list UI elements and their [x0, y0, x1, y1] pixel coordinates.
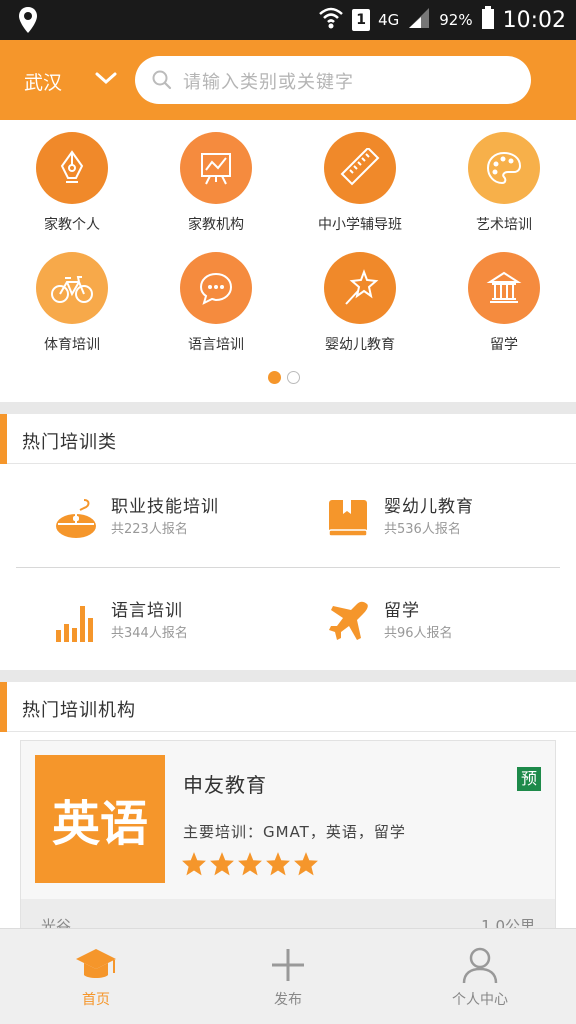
category-label: 婴幼儿教育 [325, 337, 395, 353]
hot-category-item[interactable]: 婴幼儿教育 共536人报名 [327, 488, 576, 548]
battery-icon [481, 6, 495, 34]
hot-category-name: 婴幼儿教育 [384, 497, 474, 517]
org-card[interactable]: 英语 申友教育 预 主要培训：GMAT，英语，留学 光谷 1.0公里 [20, 740, 556, 940]
category-label: 中小学辅导班 [318, 217, 402, 233]
category-item[interactable]: 家教机构 [144, 132, 288, 234]
org-name: 申友教育 [183, 773, 267, 797]
star-icon [238, 852, 262, 876]
tab-publish[interactable]: 发布 [192, 929, 384, 1024]
clock: 10:02 [502, 7, 566, 33]
category-item[interactable]: 家教个人 [0, 132, 144, 234]
building-icon [468, 252, 540, 324]
hot-category-count: 共344人报名 [111, 626, 188, 641]
graduation-cap-icon [74, 945, 118, 985]
star-icon [266, 852, 290, 876]
hot-category-name: 留学 [384, 601, 420, 621]
airplane-icon [327, 600, 371, 644]
rating-stars [181, 851, 319, 877]
hot-category-item[interactable]: 职业技能培训 共223人报名 [54, 488, 314, 548]
section-separator [0, 402, 576, 414]
category-label: 体育培训 [44, 337, 100, 353]
wifi-icon [318, 6, 344, 34]
easel-chart-icon [180, 132, 252, 204]
ruler-icon [324, 132, 396, 204]
hot-category-count: 共223人报名 [111, 522, 188, 537]
tab-home[interactable]: 首页 [0, 929, 192, 1024]
star-icon [182, 852, 206, 876]
category-item[interactable]: 语言培训 [144, 252, 288, 354]
tab-label: 个人中心 [452, 992, 508, 1008]
hot-category-count: 共96人报名 [384, 626, 453, 641]
book-icon [327, 496, 371, 540]
category-grid: 家教个人 家教机构 中小学辅导班 艺术培训 体育培训 语言培训 婴幼儿教育 留学 [0, 120, 576, 402]
hot-category-count: 共536人报名 [384, 522, 461, 537]
plus-icon [266, 945, 310, 985]
signal-icon [407, 7, 431, 33]
app-header: 武汉 请输入类别或关键字 [0, 40, 576, 120]
hot-category-name: 职业技能培训 [111, 497, 219, 517]
star-icon [210, 852, 234, 876]
section-accent-bar [0, 682, 7, 732]
page-dot-active[interactable] [268, 371, 281, 384]
hot-category-item[interactable]: 留学 共96人报名 [327, 592, 576, 652]
org-main-training: 主要培训：GMAT，英语，留学 [183, 823, 406, 841]
category-label: 家教个人 [44, 217, 100, 233]
category-item[interactable]: 婴幼儿教育 [288, 252, 432, 354]
category-item[interactable]: 艺术培训 [432, 132, 576, 234]
chevron-down-icon[interactable] [94, 70, 118, 90]
category-label: 留学 [490, 337, 518, 353]
hot-categories-list: 职业技能培训 共223人报名 婴幼儿教育 共536人报名 语言培训 共344人报… [0, 464, 576, 670]
category-label: 艺术培训 [476, 217, 532, 233]
section-accent-bar [0, 414, 7, 464]
section-title: 热门培训类 [22, 432, 117, 453]
pen-icon [36, 132, 108, 204]
mouse-icon [54, 496, 98, 540]
search-placeholder: 请输入类别或关键字 [183, 72, 354, 93]
city-selector-label[interactable]: 武汉 [24, 68, 62, 95]
tab-label: 首页 [82, 992, 110, 1008]
section-header-hot-orgs: 热门培训机构 [0, 682, 576, 732]
tab-label: 发布 [274, 992, 302, 1008]
hot-category-item[interactable]: 语言培训 共344人报名 [54, 592, 314, 652]
page-dot[interactable] [287, 371, 300, 384]
bottom-tab-bar: 首页 发布 个人中心 [0, 928, 576, 1024]
bicycle-icon [36, 252, 108, 324]
category-item[interactable]: 留学 [432, 252, 576, 354]
palette-icon [468, 132, 540, 204]
category-item[interactable]: 体育培训 [0, 252, 144, 354]
page-indicator [268, 371, 300, 384]
status-bar: 1 4G 92% 10:02 [0, 0, 576, 40]
battery-percent: 92% [439, 11, 473, 29]
org-logo: 英语 [35, 755, 165, 883]
network-type: 4G [378, 11, 400, 29]
list-divider [16, 567, 560, 568]
sim-indicator: 1 [352, 9, 371, 31]
reservation-badge: 预 [517, 767, 541, 791]
section-separator [0, 670, 576, 682]
star-icon [294, 852, 318, 876]
hot-category-name: 语言培训 [111, 601, 183, 621]
section-header-hot-categories: 热门培训类 [0, 414, 576, 464]
person-icon [458, 945, 502, 985]
bar-chart-icon [54, 600, 98, 644]
search-input[interactable]: 请输入类别或关键字 [135, 56, 531, 104]
tab-profile[interactable]: 个人中心 [384, 929, 576, 1024]
category-label: 家教机构 [188, 217, 244, 233]
hot-orgs-list: 英语 申友教育 预 主要培训：GMAT，英语，留学 光谷 1.0公里 [0, 732, 576, 940]
speech-bubble-icon [180, 252, 252, 324]
category-label: 语言培训 [188, 337, 244, 353]
search-icon [151, 69, 173, 95]
section-title: 热门培训机构 [22, 700, 136, 721]
category-item[interactable]: 中小学辅导班 [288, 132, 432, 234]
star-wand-icon [324, 252, 396, 324]
location-pin-icon [16, 6, 40, 38]
